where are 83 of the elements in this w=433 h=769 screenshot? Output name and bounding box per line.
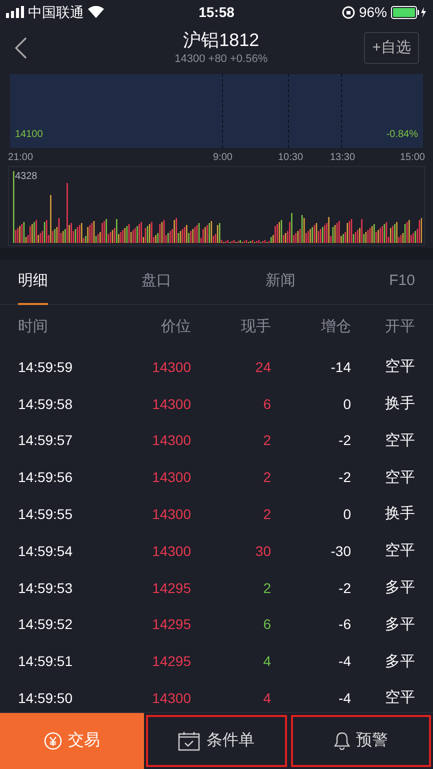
price-cell-text: 14300 (151, 505, 191, 524)
trade-type-cell-text: 多平 (384, 614, 415, 635)
battery-percent: 96% (358, 2, 387, 22)
back-icon[interactable] (14, 37, 28, 59)
volume-cell-text: 4 (262, 689, 271, 708)
open-interest-cell-text: -2 (338, 431, 351, 450)
signal-icon (6, 6, 24, 18)
tab[interactable]: 明细 (18, 260, 48, 304)
time-cell-text: 14:59:54 (18, 542, 74, 561)
trade-type-cell-text: 空平 (384, 430, 415, 451)
time-cell-text: 14:59:51 (18, 652, 74, 672)
volume-cell-text: 24 (254, 358, 271, 377)
time-cell-text: 14:59:56 (18, 468, 74, 488)
trade-type-cell-text: 换手 (384, 504, 415, 524)
volume-cell-text: 30 (254, 542, 271, 561)
open-interest-cell-text: -4 (338, 652, 351, 672)
open-interest-cell-text: -4 (338, 689, 351, 708)
column-header: 开平 (384, 316, 415, 337)
trade-type-cell-text: 空平 (384, 688, 415, 708)
open-interest-cell-text: -30 (330, 542, 351, 561)
add-watchlist-button[interactable]: +自选 (364, 32, 419, 64)
max-volume-label: 4328 (15, 170, 38, 184)
tab[interactable]: 新闻 (265, 260, 296, 304)
price-cell-text: 14300 (151, 468, 191, 488)
low-percent-label: -0.84% (386, 128, 418, 142)
open-interest-cell-text: 0 (342, 394, 351, 414)
trade-type-cell-text: 换手 (384, 394, 415, 414)
volume-cell-text: 2 (262, 578, 271, 598)
volume-cell-text: 4 (262, 652, 271, 672)
contract-title: 沪铝1812 (183, 28, 260, 51)
price-cell-text: 14295 (151, 652, 191, 672)
bell-icon (334, 732, 350, 750)
time-axis-label: 21:00 (8, 151, 34, 165)
time-cell-text: 14:59:59 (18, 358, 74, 377)
time-cell-text: 14:59:53 (18, 578, 74, 598)
conditional-order-button[interactable]: 条件单 (144, 713, 288, 769)
trade-type-cell-text: 多平 (384, 578, 415, 598)
battery-charging-icon (391, 6, 427, 18)
price-summary: 14300 +80 +0.56% (174, 52, 268, 67)
time-cell-text: 14:59:52 (18, 615, 74, 634)
volume-cell-text: 2 (262, 468, 271, 488)
open-interest-cell-text: -14 (330, 358, 351, 377)
open-interest-cell-text: 0 (342, 505, 351, 524)
price-cell-text: 14300 (151, 431, 191, 450)
time-axis-label: 15:00 (400, 151, 425, 165)
price-cell-text: 14300 (151, 394, 191, 414)
time-axis-label: 13:30 (330, 151, 356, 165)
tab[interactable]: F10 (389, 260, 415, 304)
calendar-check-icon (178, 731, 200, 751)
column-header: 现手 (240, 316, 271, 337)
time-cell-text: 14:59:50 (18, 689, 74, 708)
yuan-coin-icon (44, 732, 62, 750)
time-axis-label: 10:30 (278, 151, 304, 165)
trade-type-cell-text: 空平 (384, 541, 415, 562)
column-header: 价位 (160, 316, 191, 337)
time-cell-text: 14:59:55 (18, 505, 74, 524)
open-interest-cell-text: -6 (338, 615, 351, 634)
open-interest-cell-text: -2 (338, 578, 351, 598)
time-cell-text: 14:59:57 (18, 431, 74, 450)
clock-time: 15:58 (198, 2, 234, 22)
time-cell-text: 14:59:58 (18, 394, 74, 414)
price-cell-text: 14300 (151, 358, 191, 377)
trade-type-cell-text: 多平 (384, 652, 415, 672)
price-cell-text: 14300 (151, 542, 191, 561)
tab[interactable]: 盘口 (142, 260, 172, 304)
volume-cell-text: 2 (262, 431, 271, 450)
column-header: 增仓 (320, 316, 351, 337)
trade-type-cell-text: 空平 (384, 357, 415, 378)
column-header: 时间 (18, 316, 49, 337)
open-interest-cell-text: -2 (338, 468, 351, 488)
wifi-icon (88, 6, 104, 18)
price-cell-text: 14295 (151, 615, 191, 634)
time-axis-label: 9:00 (213, 151, 232, 165)
volume-cell-text: 6 (262, 615, 271, 634)
volume-cell-text: 2 (262, 505, 271, 524)
trade-type-cell-text: 空平 (384, 468, 415, 488)
rotation-lock-icon (342, 6, 355, 18)
alert-button[interactable]: 预警 (288, 713, 433, 769)
low-price-label: 14100 (15, 128, 43, 142)
price-cell-text: 14295 (151, 578, 191, 598)
volume-cell-text: 6 (262, 394, 271, 414)
price-cell-text: 14300 (151, 689, 191, 708)
carrier-name: 中国联通 (28, 2, 84, 22)
